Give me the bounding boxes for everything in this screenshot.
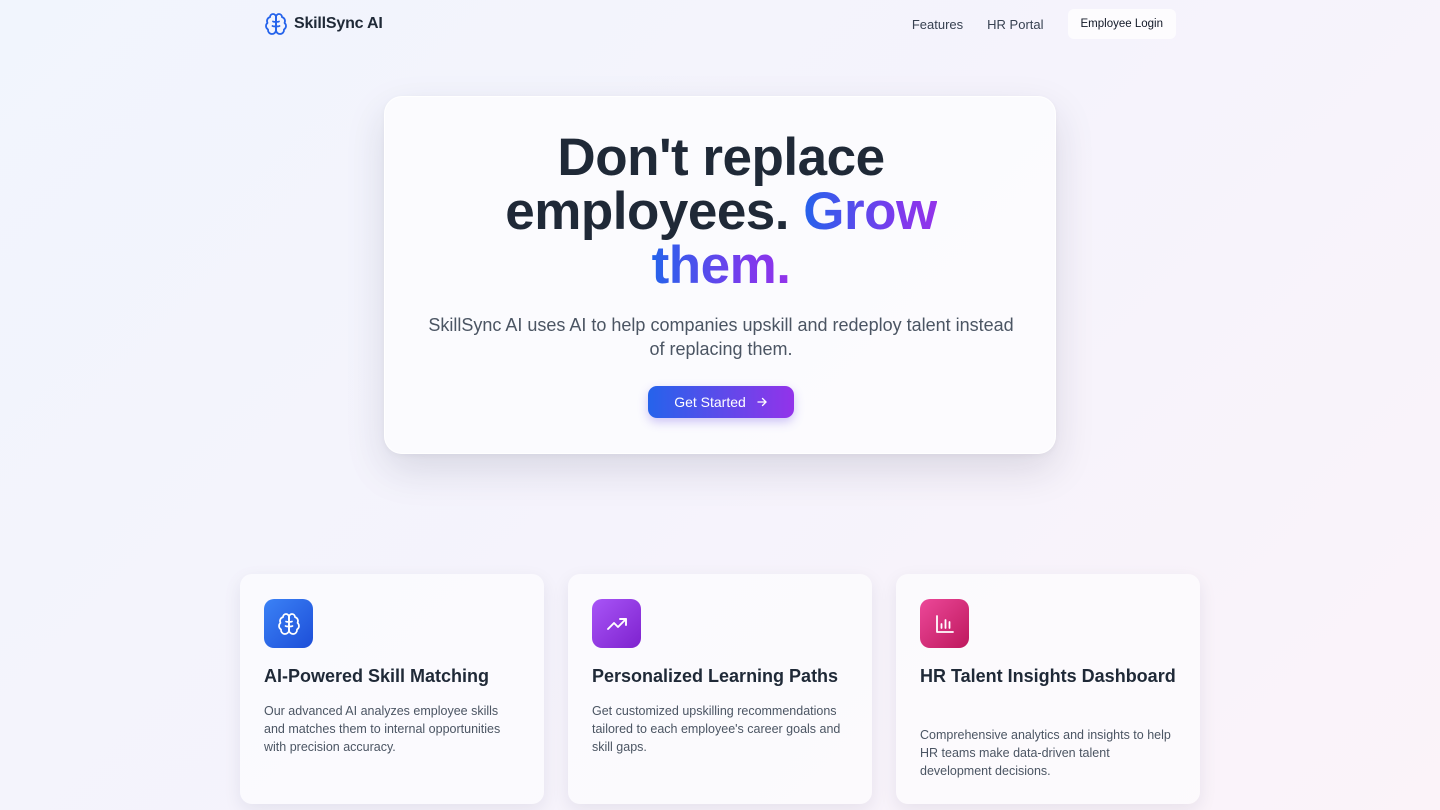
feature-card-hr-insights: HR Talent Insights Dashboard Comprehensi…: [896, 574, 1200, 804]
get-started-button[interactable]: Get Started: [648, 386, 794, 418]
feature-description: Get customized upskilling recommendation…: [592, 704, 841, 754]
feature-card-learning-paths: Personalized Learning Paths Get customiz…: [568, 574, 872, 804]
feature-card-skill-matching: AI-Powered Skill Matching Our advanced A…: [240, 574, 544, 804]
feature-description: Our advanced AI analyzes employee skills…: [264, 704, 501, 754]
hero-title-plain: employees.: [505, 182, 790, 241]
feature-icon-tile: [264, 599, 313, 648]
brain-icon: [277, 612, 300, 635]
nav-links: Features HR Portal Employee Login: [888, 8, 1176, 40]
hero-title-accent-them: them.: [651, 236, 791, 295]
feature-title: HR Talent Insights Dashboard: [920, 666, 1176, 686]
feature-title: AI-Powered Skill Matching: [264, 666, 490, 686]
hero-subtitle: SkillSync AI uses AI to help companies u…: [428, 315, 1014, 359]
feature-title: Personalized Learning Paths: [592, 666, 839, 686]
brain-icon: [265, 13, 287, 35]
hero-title: Don't replace employees. Grow them.: [425, 131, 1017, 293]
feature-description: Comprehensive analytics and insights to …: [920, 728, 1171, 778]
brand-logo[interactable]: SkillSync AI: [264, 12, 383, 36]
hero-card: Don't replace employees. Grow them. Skil…: [384, 96, 1056, 454]
nav-link-features[interactable]: Features: [912, 17, 963, 32]
trending-up-icon: [606, 617, 627, 630]
hero-title-line1: Don't replace: [557, 128, 885, 187]
arrow-right-icon: [757, 397, 767, 407]
hero-title-accent-grow: Grow: [803, 182, 937, 241]
bar-chart-icon: [935, 614, 954, 633]
employee-login-button[interactable]: Employee Login: [1067, 9, 1176, 39]
top-navbar: SkillSync AI Features HR Portal Employee…: [0, 0, 1440, 48]
nav-link-hr-portal[interactable]: HR Portal: [987, 17, 1043, 32]
feature-icon-tile: [592, 599, 641, 648]
feature-icon-tile: [920, 599, 969, 648]
brand-name: SkillSync AI: [294, 15, 383, 32]
get-started-label: Get Started: [674, 394, 746, 410]
